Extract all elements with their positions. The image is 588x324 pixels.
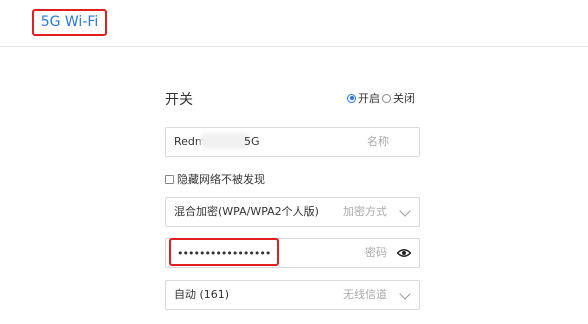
ssid-value-suffix: 5G — [244, 135, 260, 148]
channel-hint: 无线信道 — [343, 288, 387, 301]
hide-network-checkbox[interactable] — [165, 174, 174, 184]
switch-label: 开关 — [165, 92, 193, 108]
encryption-value: 混合加密(WPA/WPA2个人版) — [174, 205, 319, 218]
ssid-redacted-blur — [200, 133, 250, 149]
radio-off[interactable] — [382, 93, 391, 103]
radio-on-label[interactable]: 开启 — [358, 90, 380, 106]
password-input-highlight[interactable]: ••••••••••••••••• — [169, 238, 279, 266]
page-title: 5G Wi-Fi — [32, 9, 107, 36]
radio-off-label[interactable]: 关闭 — [393, 90, 415, 106]
chevron-down-icon[interactable] — [399, 205, 411, 217]
header-divider — [0, 46, 588, 47]
eye-icon[interactable] — [397, 249, 411, 257]
switch-radio-group: 开启 关闭 — [347, 90, 417, 106]
hide-network-row[interactable]: 隐藏网络不被发现 — [165, 171, 265, 187]
ssid-hint: 名称 — [367, 135, 389, 148]
radio-on[interactable] — [347, 93, 356, 103]
channel-value: 自动 (161) — [174, 288, 230, 301]
ssid-field[interactable]: Redm 5G 名称 — [165, 127, 420, 157]
encryption-hint: 加密方式 — [343, 205, 387, 218]
hide-network-label[interactable]: 隐藏网络不被发现 — [177, 171, 265, 187]
encryption-select[interactable]: 混合加密(WPA/WPA2个人版) 加密方式 — [165, 197, 420, 227]
password-value: ••••••••••••••••• — [177, 247, 271, 260]
channel-select[interactable]: 自动 (161) 无线信道 — [165, 280, 420, 310]
password-hint: 密码 — [365, 246, 387, 259]
chevron-down-icon[interactable] — [399, 288, 411, 300]
